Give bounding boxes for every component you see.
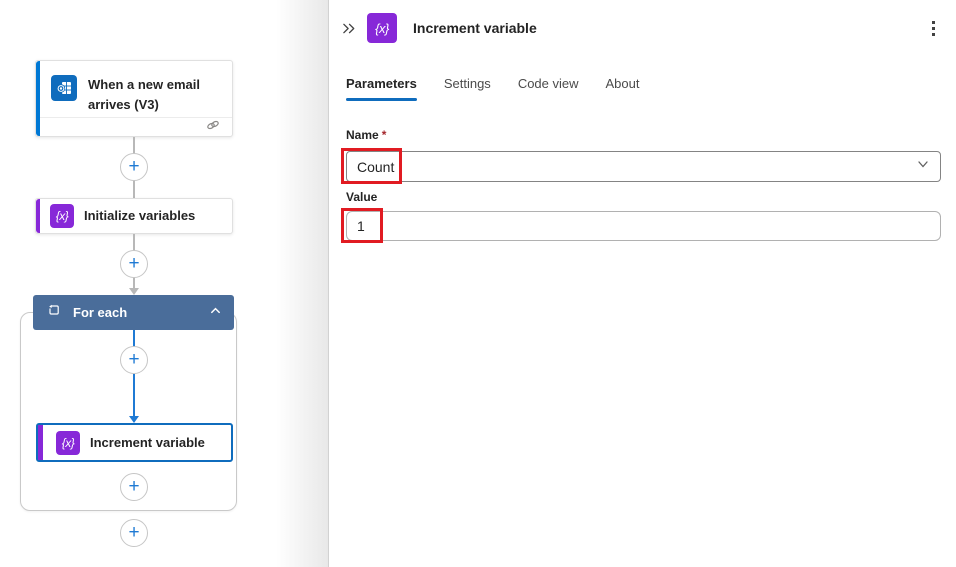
insert-action-button-5[interactable]: + [120, 519, 148, 547]
chevron-down-icon [916, 157, 930, 176]
required-asterisk: * [382, 128, 387, 142]
tab-parameters[interactable]: Parameters [346, 70, 417, 101]
loop-icon [47, 303, 61, 322]
connector-line-blue [133, 330, 135, 347]
tab-code-view[interactable]: Code view [518, 70, 579, 101]
initialize-variables-node[interactable]: {x} Initialize variables [35, 198, 233, 234]
connector-arrowhead [129, 288, 139, 295]
plus-icon: + [128, 523, 139, 542]
plus-icon: + [128, 350, 139, 369]
plus-icon: + [128, 254, 139, 273]
name-dropdown[interactable]: Count [346, 151, 941, 182]
value-input[interactable]: 1 [346, 211, 941, 241]
flow-canvas: When a new email arrives (V3) + {x} Init… [0, 0, 328, 567]
collapse-scope-chevron-up-icon[interactable] [209, 304, 222, 322]
insert-action-button-2[interactable]: + [120, 250, 148, 278]
active-tab-underline [346, 98, 417, 101]
foreach-label: For each [73, 303, 209, 323]
connection-link-icon[interactable] [206, 118, 220, 137]
insert-action-button-3[interactable]: + [120, 346, 148, 374]
increment-variable-label: Increment variable [90, 433, 205, 453]
trigger-node-when-a-new-email-arrives[interactable]: When a new email arrives (V3) [35, 60, 233, 137]
plus-icon: + [128, 157, 139, 176]
trigger-node-label: When a new email arrives (V3) [88, 75, 222, 114]
value-field-label: Value [346, 190, 377, 204]
tab-settings[interactable]: Settings [444, 70, 491, 101]
name-field-label: Name* [346, 128, 386, 142]
outlook-icon [51, 75, 77, 101]
variable-icon: {x} [56, 431, 80, 455]
initialize-variables-label: Initialize variables [84, 206, 195, 226]
insert-action-button-4[interactable]: + [120, 473, 148, 501]
variable-icon: {x} [367, 13, 397, 43]
connector-arrowhead-blue [129, 416, 139, 423]
action-details-panel: {x} Increment variable Parameters Settin… [329, 0, 956, 567]
insert-action-button-1[interactable]: + [120, 153, 148, 181]
panel-header: {x} Increment variable [337, 10, 948, 46]
more-options-icon[interactable] [920, 15, 946, 41]
value-input-text: 1 [357, 218, 365, 234]
foreach-node-header[interactable]: For each [33, 295, 234, 330]
variable-accent-stripe [36, 199, 40, 233]
name-dropdown-value: Count [357, 159, 916, 175]
collapse-panel-icon[interactable] [337, 16, 361, 40]
panel-title: Increment variable [413, 20, 920, 36]
increment-variable-node-selected[interactable]: {x} Increment variable [36, 423, 233, 462]
trigger-accent-stripe [36, 61, 40, 136]
connector-line-blue [133, 374, 135, 416]
panel-tabs: Parameters Settings Code view About [346, 70, 640, 101]
variable-icon: {x} [50, 204, 74, 228]
variable-accent-stripe [38, 425, 43, 460]
tab-about[interactable]: About [606, 70, 640, 101]
plus-icon: + [128, 477, 139, 496]
